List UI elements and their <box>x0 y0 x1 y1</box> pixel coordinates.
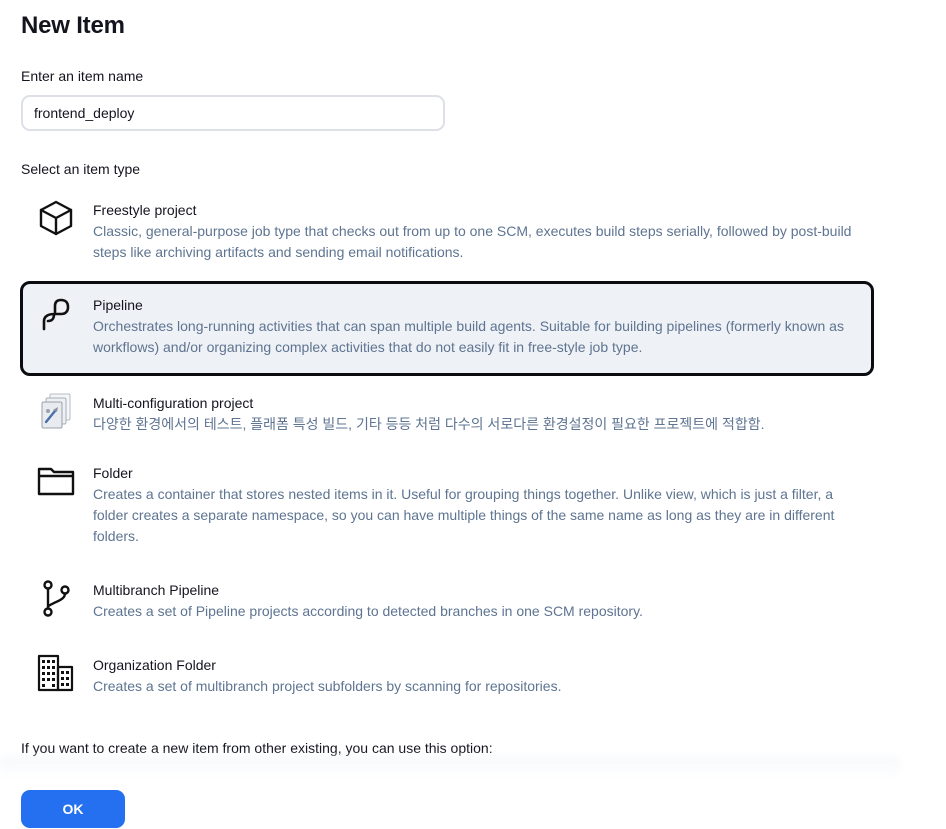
item-description-multibranch: Creates a set of Pipeline projects accor… <box>93 603 643 619</box>
item-name-label: Enter an item name <box>21 68 144 84</box>
freestyle-cube-icon <box>36 198 76 238</box>
item-name-multi-configuration: Multi-configuration project <box>93 395 254 411</box>
item-type-pipeline[interactable]: Pipeline Orchestrates long-running activ… <box>20 281 874 376</box>
item-description-organization-folder: Creates a set of multibranch project sub… <box>93 678 562 694</box>
item-name-input[interactable] <box>21 95 445 131</box>
item-type-folder[interactable]: Folder Creates a container that stores n… <box>20 447 874 547</box>
item-type-label: Select an item type <box>21 161 141 177</box>
branch-icon <box>36 578 76 618</box>
item-name-pipeline: Pipeline <box>93 297 143 313</box>
page-title: New Item <box>21 12 125 39</box>
copy-from-existing-field <box>0 757 900 779</box>
pipeline-icon <box>36 293 76 333</box>
item-type-organization-folder[interactable]: Organization Folder Creates a set of mul… <box>20 639 874 699</box>
item-type-freestyle-project[interactable]: Freestyle project Classic, general-purpo… <box>20 184 874 270</box>
item-description-pipeline: Orchestrates long-running activities tha… <box>93 318 844 355</box>
item-name-organization-folder: Organization Folder <box>93 657 216 673</box>
item-name-multibranch: Multibranch Pipeline <box>93 582 220 598</box>
item-description-freestyle: Classic, general-purpose job type that c… <box>93 223 852 260</box>
item-name-folder: Folder <box>93 465 133 481</box>
copy-from-existing-label: If you want to create a new item from ot… <box>21 740 493 756</box>
item-description-multi-configuration: 다양한 환경에서의 테스트, 플래폼 특성 빌드, 기타 등등 처럼 다수의 서… <box>93 416 765 432</box>
item-type-multi-configuration-project[interactable]: Multi-configuration project 다양한 환경에서의 테스… <box>20 377 874 437</box>
multi-configuration-icon <box>36 391 76 431</box>
building-icon <box>36 653 76 693</box>
item-name-freestyle: Freestyle project <box>93 202 197 218</box>
folder-icon <box>36 461 76 501</box>
item-description-folder: Creates a container that stores nested i… <box>93 486 835 544</box>
item-type-multibranch-pipeline[interactable]: Multibranch Pipeline Creates a set of Pi… <box>20 564 874 624</box>
ok-button[interactable]: OK <box>21 790 125 828</box>
